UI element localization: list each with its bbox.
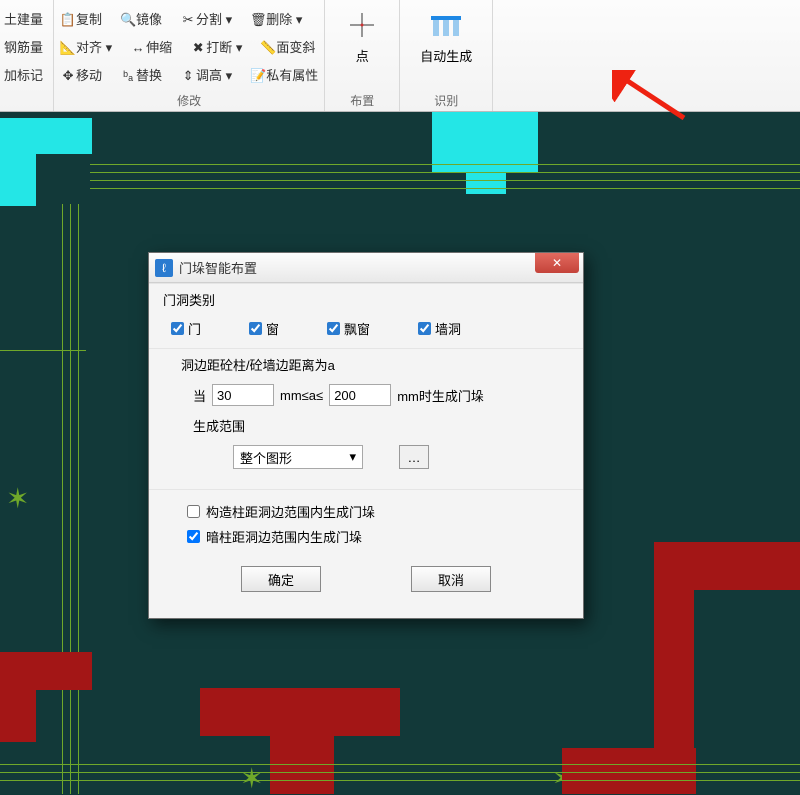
delete-icon: 🗑: [250, 12, 266, 28]
checkbox-baywindow[interactable]: 飘窗: [327, 319, 370, 338]
category-heading: 门洞类别: [163, 290, 569, 309]
label-mid: mm≤a≤: [280, 388, 323, 403]
ribbon-item-replace[interactable]: ᵇₐ替换: [120, 65, 162, 84]
grid-line: [78, 204, 79, 794]
mirror-icon: 🔍: [120, 12, 136, 28]
dialog-titlebar[interactable]: ℓ 门垛智能布置 ✕: [149, 253, 583, 283]
split-icon: ✂: [180, 12, 196, 28]
wall-shape: [0, 688, 36, 742]
break-icon: ✖: [190, 40, 206, 56]
wall-shape: [654, 542, 800, 590]
columns-icon: [429, 8, 463, 42]
input-min-a[interactable]: [212, 384, 274, 406]
grid-line: [90, 164, 800, 165]
ribbon-item-adjust[interactable]: ⇕调高 ▾: [180, 65, 232, 84]
ribbon-item-extend[interactable]: ↔伸缩: [130, 37, 172, 56]
ribbon-toolbar: 土建量 钢筋量 加标记 📋复制 🔍镜像 ✂分割 ▾ 🗑删除 ▾ 📐对齐 ▾ ↔伸…: [0, 0, 800, 112]
ribbon-item-copy[interactable]: 📋复制: [60, 9, 102, 28]
grid-line: [0, 350, 86, 351]
ok-button[interactable]: 确定: [241, 566, 321, 592]
section-distance: 洞边距砼柱/砼墙边距离为a 当 mm≤a≤ mm时生成门垛 生成范围 整个图形 …: [149, 348, 583, 489]
grid-line: [0, 780, 800, 781]
input-max-a[interactable]: [329, 384, 391, 406]
checkbox-opt2[interactable]: [187, 530, 200, 543]
checkbox-opt1[interactable]: [187, 505, 200, 518]
grid-line: [70, 204, 71, 794]
wall-shape: [466, 112, 506, 194]
label-tail: mm时生成门垛: [397, 386, 484, 405]
auto-generate-button[interactable]: 自动生成: [406, 4, 486, 69]
wall-shape: [0, 118, 92, 154]
move-icon: ✥: [60, 68, 76, 84]
chevron-down-icon: ▾: [349, 449, 356, 465]
browse-button[interactable]: …: [399, 445, 429, 469]
checkbox-wallopening[interactable]: 墙洞: [418, 319, 461, 338]
checkbox-window[interactable]: 窗: [249, 319, 279, 338]
ribbon-item-private[interactable]: 📝私有属性: [250, 65, 318, 84]
ribbon-item-biaoji[interactable]: 加标记: [4, 60, 43, 88]
marker-star: ✶: [240, 762, 263, 795]
ribbon-item-slope[interactable]: 📏面变斜: [260, 37, 315, 56]
distance-heading: 洞边距砼柱/砼墙边距离为a: [163, 355, 569, 374]
app-icon: ℓ: [155, 259, 173, 277]
extend-icon: ↔: [130, 39, 146, 55]
adjust-icon: ⇕: [180, 68, 196, 84]
ribbon-point-group: 点 布置: [325, 0, 400, 111]
point-layout-button[interactable]: 点: [331, 4, 393, 69]
copy-icon: 📋: [60, 12, 76, 28]
grid-line: [90, 172, 800, 173]
wall-shape: [0, 652, 92, 690]
opt1-label: 构造柱距洞边范围内生成门垛: [206, 502, 375, 521]
wall-shape: [0, 152, 36, 206]
dialog-title: 门垛智能布置: [179, 258, 535, 277]
grid-line: [90, 180, 800, 181]
ribbon-item-mirror[interactable]: 🔍镜像: [120, 9, 162, 28]
ribbon-auto-group: 自动生成 识别: [400, 0, 493, 111]
grid-line: [0, 764, 800, 765]
private-icon: 📝: [250, 68, 266, 84]
group-label-point: 布置: [350, 92, 374, 111]
opt2-label: 暗柱距洞边范围内生成门垛: [206, 527, 362, 546]
checkbox-baywindow-input[interactable]: [327, 322, 340, 335]
align-icon: 📐: [60, 40, 76, 56]
wall-shape: [562, 748, 696, 794]
group-label-modify: 修改: [60, 92, 318, 111]
ribbon-item-tujian[interactable]: 土建量: [4, 4, 43, 32]
ribbon-item-align[interactable]: 📐对齐 ▾: [60, 37, 112, 56]
ribbon-item-gangjin[interactable]: 钢筋量: [4, 32, 43, 60]
checkbox-wallopening-input[interactable]: [418, 322, 431, 335]
checkbox-door-input[interactable]: [171, 322, 184, 335]
replace-icon: ᵇₐ: [120, 67, 136, 83]
grid-line: [62, 204, 63, 794]
slope-icon: 📏: [260, 40, 276, 56]
grid-line: [0, 772, 800, 773]
group-label-auto: 识别: [434, 92, 458, 111]
section-options: 构造柱距洞边范围内生成门垛 暗柱距洞边范围内生成门垛 确定 取消: [149, 489, 583, 618]
ribbon-item-break[interactable]: ✖打断 ▾: [190, 37, 242, 56]
ribbon-modify-group: 📋复制 🔍镜像 ✂分割 ▾ 🗑删除 ▾ 📐对齐 ▾ ↔伸缩 ✖打断 ▾ 📏面变斜…: [54, 0, 325, 111]
section-category: 门洞类别 门 窗 飘窗 墙洞: [149, 283, 583, 348]
label-when: 当: [193, 386, 206, 405]
ribbon-item-split[interactable]: ✂分割 ▾: [180, 9, 232, 28]
point-label-1: 点: [356, 46, 369, 65]
marker-star: ✶: [6, 482, 29, 515]
range-label: 生成范围: [163, 416, 569, 435]
select-range-value: 整个图形: [240, 448, 292, 467]
wall-shape: [200, 688, 400, 736]
cancel-button[interactable]: 取消: [411, 566, 491, 592]
select-range[interactable]: 整个图形 ▾: [233, 445, 363, 469]
checkbox-door[interactable]: 门: [171, 319, 201, 338]
ribbon-item-move[interactable]: ✥移动: [60, 65, 102, 84]
ribbon-left-group: 土建量 钢筋量 加标记: [0, 0, 54, 111]
close-button[interactable]: ✕: [535, 253, 579, 273]
crosshair-icon: [345, 8, 379, 42]
ribbon-item-delete[interactable]: 🗑删除 ▾: [250, 9, 302, 28]
dialog-smart-layout: ℓ 门垛智能布置 ✕ 门洞类别 门 窗 飘窗 墙洞 洞边距砼柱/砼墙边距离为a …: [148, 252, 584, 619]
grid-line: [90, 188, 800, 189]
auto-label-1: 自动生成: [420, 46, 472, 65]
checkbox-window-input[interactable]: [249, 322, 262, 335]
